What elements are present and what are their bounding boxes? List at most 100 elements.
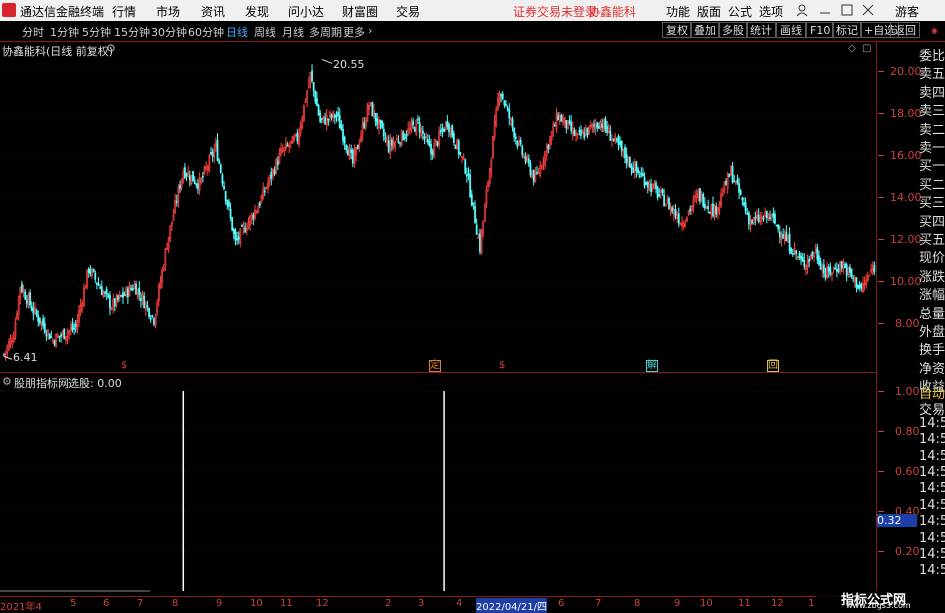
trade-login-status[interactable]: 证券交易未登录 xyxy=(513,3,597,20)
candle xyxy=(661,189,664,194)
candle xyxy=(343,136,346,144)
close-icon[interactable] xyxy=(861,3,875,17)
date-axis: 2021年456789101112232022/04/21/四456789101… xyxy=(0,596,876,613)
guest-label[interactable]: 游客 xyxy=(895,3,919,20)
period-daily[interactable]: 日线 xyxy=(226,24,248,40)
candle xyxy=(464,159,467,174)
candle xyxy=(816,247,819,260)
candle xyxy=(99,286,102,289)
menu-layout[interactable]: 版面 xyxy=(697,3,721,20)
candle xyxy=(366,105,369,122)
draw-line-button[interactable]: 画线 xyxy=(776,22,806,38)
candle xyxy=(286,144,289,147)
tick-time-label: 14:56 xyxy=(919,448,945,464)
menu-formula[interactable]: 公式 xyxy=(728,3,752,20)
multi-stock-button[interactable]: 多股 xyxy=(718,22,748,38)
menu-wealth-circle[interactable]: 财富圈 xyxy=(342,3,378,20)
title-bar: 通达信金融终端 行情 市场 资讯 发现 问小达 财富圈 交易 证券交易未登录 协… xyxy=(0,0,945,22)
expand-icon[interactable]: ▢ xyxy=(862,43,871,54)
period-60min[interactable]: 60分钟 xyxy=(188,24,224,40)
candle xyxy=(716,207,719,213)
menu-news[interactable]: 资讯 xyxy=(201,3,225,20)
menu-ask[interactable]: 问小达 xyxy=(288,3,324,20)
candle xyxy=(391,139,393,146)
menu-options[interactable]: 选项 xyxy=(759,3,783,20)
date-tick-label: 12 xyxy=(771,598,784,609)
candle xyxy=(746,212,749,215)
period-weekly[interactable]: 周线 xyxy=(254,24,276,40)
candle xyxy=(655,182,657,189)
marker-fixed[interactable]: 定 xyxy=(429,360,441,372)
candle xyxy=(754,216,757,219)
user-icon[interactable] xyxy=(795,3,809,17)
collapse-icon[interactable]: ◉ xyxy=(931,26,938,35)
candle xyxy=(858,284,861,288)
candle xyxy=(589,124,592,128)
candlestick-chart[interactable] xyxy=(0,41,876,372)
candle xyxy=(73,327,75,330)
candle xyxy=(824,273,827,278)
period-intraday[interactable]: 分时 xyxy=(22,24,44,40)
period-5min[interactable]: 5分钟 xyxy=(82,24,111,40)
candle xyxy=(82,288,85,307)
candle xyxy=(769,217,771,220)
menu-trade[interactable]: 交易 xyxy=(396,3,420,20)
candle xyxy=(408,127,411,132)
candle xyxy=(143,295,146,309)
menu-discover[interactable]: 发现 xyxy=(245,3,269,20)
candle xyxy=(757,214,760,223)
f10-button[interactable]: F10 xyxy=(806,22,835,38)
period-15min[interactable]: 15分钟 xyxy=(114,24,150,40)
mark-button[interactable]: 标记 xyxy=(832,22,862,38)
candle xyxy=(461,156,463,158)
candle xyxy=(162,266,165,271)
candle xyxy=(68,330,71,334)
candle xyxy=(539,165,542,176)
candle xyxy=(431,150,434,156)
period-30min[interactable]: 30分钟 xyxy=(151,24,187,40)
overlay-button[interactable]: 叠加 xyxy=(690,22,720,38)
period-more[interactable]: 更多 xyxy=(343,24,365,40)
candle xyxy=(180,178,183,188)
chevron-right-icon[interactable]: › xyxy=(368,24,372,37)
candle xyxy=(361,123,364,135)
candle xyxy=(206,166,209,170)
candle xyxy=(438,130,441,145)
candle xyxy=(265,187,268,189)
maximize-icon[interactable] xyxy=(840,3,854,17)
menu-function[interactable]: 功能 xyxy=(666,3,690,20)
period-1min[interactable]: 1分钟 xyxy=(50,24,79,40)
marker-unlock[interactable]: 解 xyxy=(646,360,658,372)
candle xyxy=(586,127,589,136)
candle xyxy=(392,142,395,149)
candle xyxy=(262,187,265,200)
candle xyxy=(863,283,866,285)
settings-icon[interactable]: ⚙ xyxy=(106,42,116,55)
candle xyxy=(542,161,545,164)
marker-dividend-1[interactable]: $ xyxy=(121,360,127,371)
back-button[interactable]: 返回 xyxy=(890,22,920,38)
period-multi[interactable]: 多周期 xyxy=(309,24,342,40)
candle xyxy=(303,104,305,121)
marker-dividend-2[interactable]: $ xyxy=(499,360,505,371)
adjust-button[interactable]: 复权 xyxy=(662,22,692,38)
menu-quotes[interactable]: 行情 xyxy=(112,3,136,20)
candle xyxy=(457,140,460,155)
diamond-icon[interactable]: ◇ xyxy=(848,43,856,54)
candle xyxy=(762,217,765,220)
minimize-icon[interactable] xyxy=(818,3,832,17)
candle xyxy=(333,114,336,119)
candle xyxy=(317,105,320,116)
candle xyxy=(347,150,349,156)
sub-settings-icon[interactable]: ⚙ xyxy=(2,375,12,388)
period-monthly[interactable]: 月线 xyxy=(282,24,304,40)
candle xyxy=(545,146,548,156)
indicator-chart[interactable] xyxy=(0,373,876,596)
candle xyxy=(245,228,248,231)
candle xyxy=(126,288,129,298)
candle xyxy=(330,114,333,118)
marker-buyback[interactable]: 回 xyxy=(767,360,779,372)
candle xyxy=(751,219,754,224)
menu-market[interactable]: 市场 xyxy=(156,3,180,20)
statistics-button[interactable]: 统计 xyxy=(746,22,776,38)
